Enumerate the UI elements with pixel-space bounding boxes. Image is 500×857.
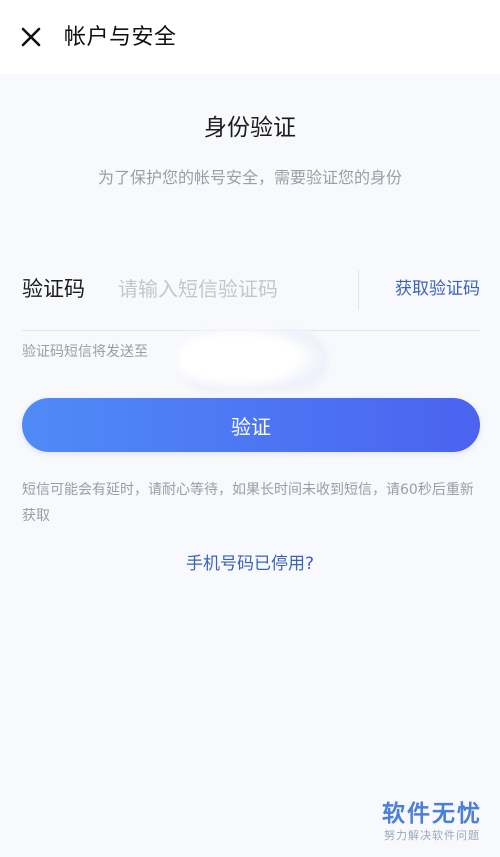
code-input[interactable] — [118, 272, 348, 306]
sms-delay-note: 短信可能会有延时，请耐心等待，如果长时间未收到短信，请60秒后重新获取 — [22, 482, 474, 524]
sent-to-text: 验证码短信将发送至 — [22, 344, 148, 360]
header-title: 帐户与安全 — [64, 25, 177, 50]
close-button[interactable] — [14, 20, 48, 54]
vertical-divider — [358, 270, 359, 310]
page-title: 身份验证 — [204, 115, 296, 141]
code-label: 验证码 — [22, 277, 85, 301]
redacted-phone-number — [178, 330, 328, 392]
phone-disabled-link[interactable]: 手机号码已停用? — [0, 550, 500, 578]
app-header: 帐户与安全 — [0, 0, 500, 74]
verification-code-row: 验证码 获取验证码 — [22, 262, 480, 318]
close-icon — [21, 27, 41, 47]
watermark-sub: 努力解决软件问题 — [384, 829, 480, 842]
watermark-main: 软件无忧 — [382, 801, 482, 827]
get-code-button[interactable]: 获取验证码 — [395, 276, 480, 302]
watermark: 软件无忧 努力解决软件问题 — [382, 800, 482, 844]
verify-button[interactable]: 验证 — [22, 398, 480, 452]
page-subtitle: 为了保护您的帐号安全，需要验证您的身份 — [97, 168, 402, 187]
